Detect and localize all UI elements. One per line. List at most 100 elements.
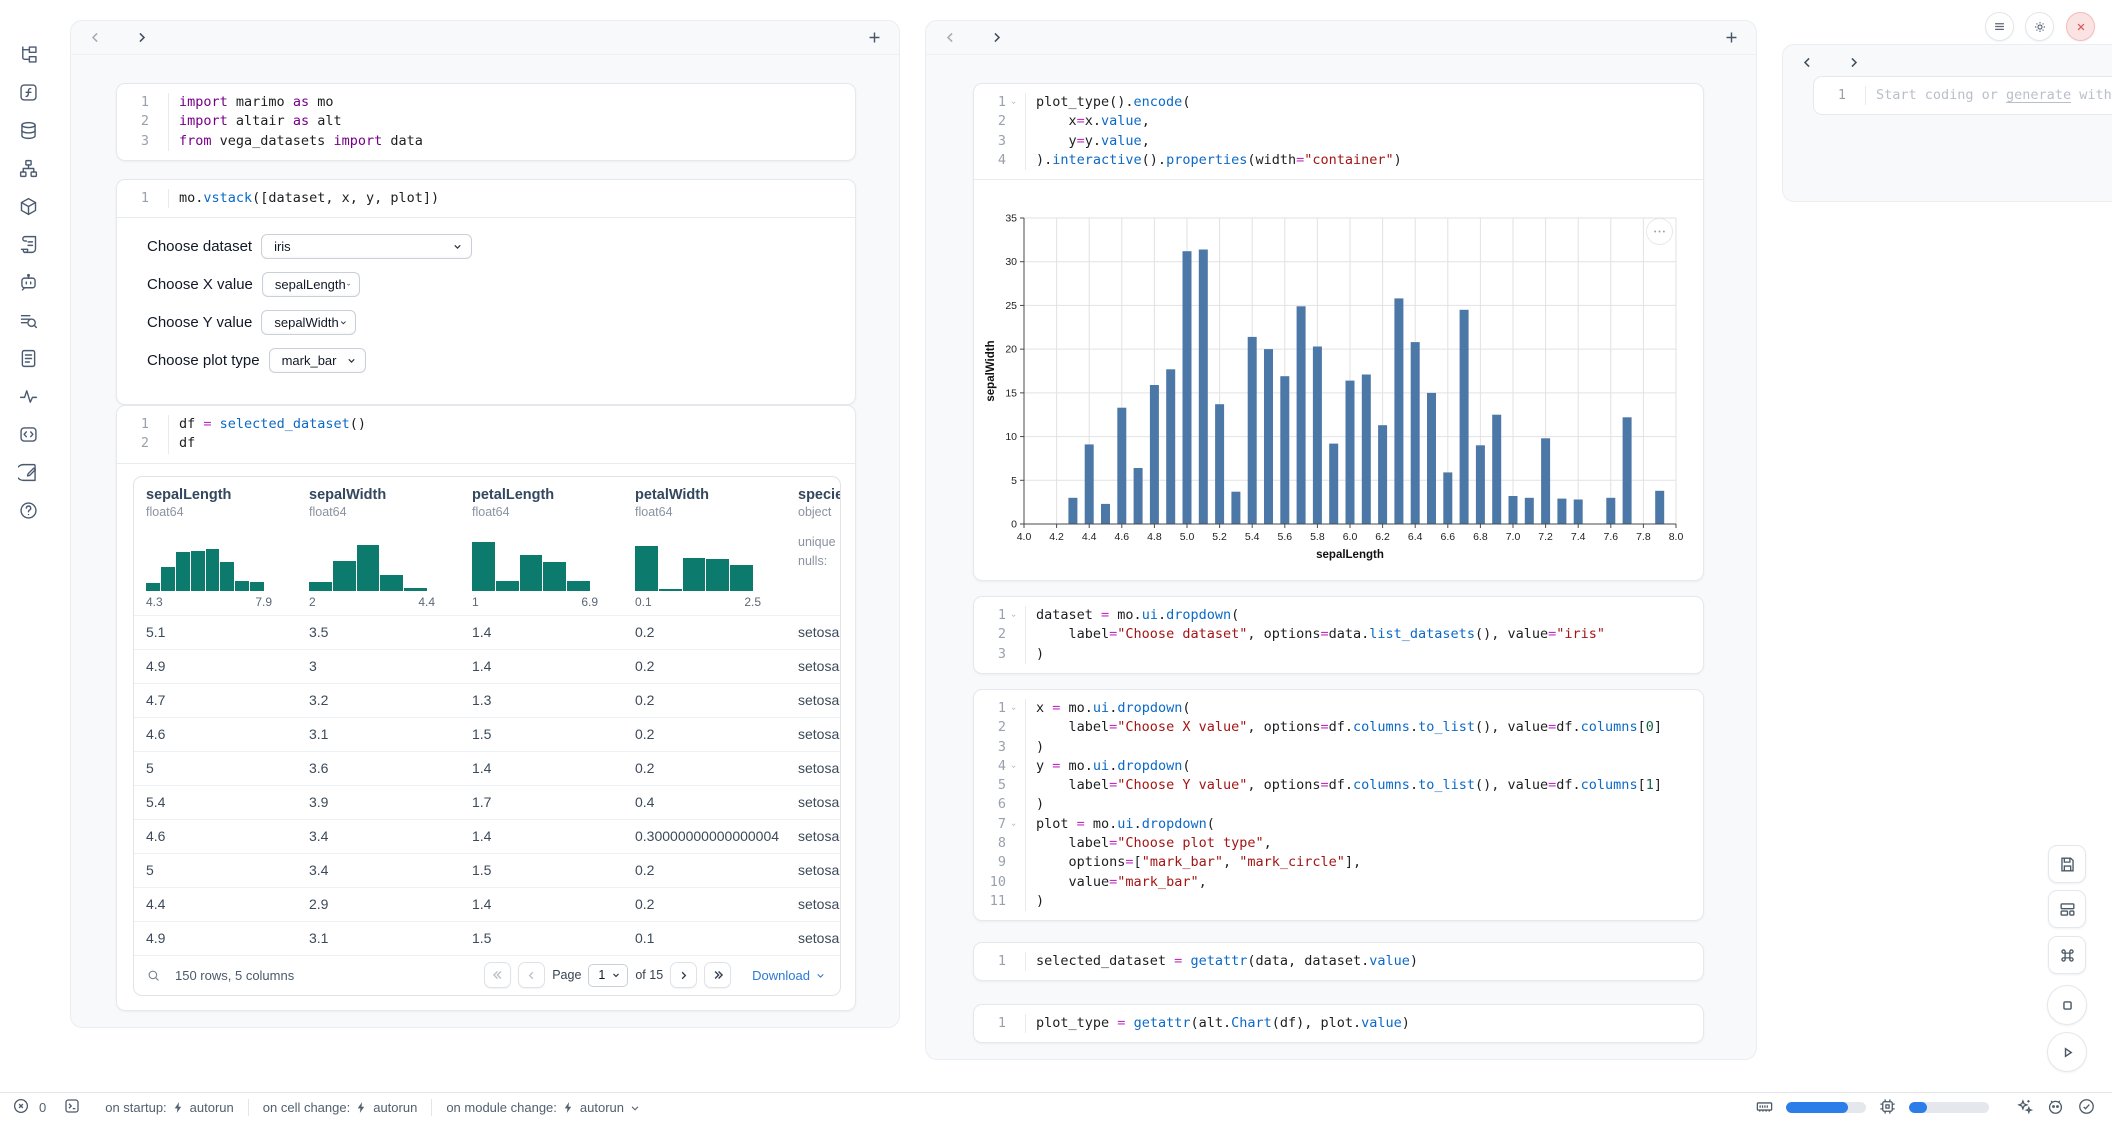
help-icon[interactable] bbox=[18, 500, 39, 521]
autorun-setting[interactable]: on startup:autorun bbox=[91, 1100, 248, 1115]
assistant-icon[interactable] bbox=[2046, 1097, 2065, 1119]
code-line[interactable]: 1df = selected_dataset() bbox=[123, 415, 845, 434]
package-icon[interactable] bbox=[18, 196, 39, 217]
cell-selected-dataset[interactable]: 1selected_dataset = getattr(data, datase… bbox=[973, 942, 1704, 981]
fold-marker[interactable]: › bbox=[1003, 818, 1022, 831]
cell-dataframe[interactable]: 1df = selected_dataset()2df sepalLengthf… bbox=[116, 405, 856, 1011]
dropdown-select[interactable]: sepalWidth bbox=[261, 310, 356, 335]
code-line[interactable]: 4).interactive().properties(width="conta… bbox=[980, 151, 1693, 170]
terminal-icon[interactable] bbox=[63, 1097, 81, 1118]
code-line[interactable]: 11) bbox=[980, 892, 1693, 911]
code-placeholder[interactable]: Start coding or generate with bbox=[1865, 86, 2112, 105]
logs-icon[interactable] bbox=[18, 310, 39, 331]
file-tree-icon[interactable] bbox=[18, 44, 39, 65]
code-line[interactable]: 8 label="Choose plot type", bbox=[980, 834, 1693, 853]
ai-sparkles-icon[interactable] bbox=[2015, 1097, 2034, 1119]
code-line[interactable]: 1plot_type = getattr(alt.Chart(df), plot… bbox=[980, 1014, 1693, 1033]
close-icon[interactable] bbox=[2066, 12, 2095, 41]
last-page-button[interactable] bbox=[704, 962, 731, 988]
column-left-icon[interactable] bbox=[940, 28, 960, 48]
search-icon[interactable] bbox=[146, 968, 161, 983]
table-cell: 0.2 bbox=[623, 684, 786, 717]
table-column-header[interactable]: petalWidthfloat640.12.5 bbox=[623, 477, 786, 615]
page-select[interactable]: 1 bbox=[588, 964, 628, 987]
code-line[interactable]: 2 label="Choose dataset", options=data.l… bbox=[980, 625, 1693, 644]
gear-icon[interactable] bbox=[2025, 12, 2054, 41]
command-button[interactable] bbox=[2048, 936, 2086, 974]
code-line[interactable]: 5 label="Choose Y value", options=df.col… bbox=[980, 776, 1693, 795]
code-line[interactable]: 2 label="Choose X value", options=df.col… bbox=[980, 718, 1693, 737]
column-left-icon[interactable] bbox=[85, 28, 105, 48]
code-line[interactable]: 2import altair as alt bbox=[123, 112, 845, 131]
code-line[interactable]: 10 value="mark_bar", bbox=[980, 873, 1693, 892]
chat-icon[interactable] bbox=[18, 272, 39, 293]
table-column-header[interactable]: petalLengthfloat6416.9 bbox=[460, 477, 623, 615]
cell-imports[interactable]: 1import marimo as mo2import altair as al… bbox=[116, 83, 856, 161]
fold-marker[interactable]: › bbox=[1003, 609, 1022, 622]
table-column-header[interactable]: sepalWidthfloat6424.4 bbox=[297, 477, 460, 615]
database-icon[interactable] bbox=[18, 120, 39, 141]
column-right-icon[interactable] bbox=[1843, 52, 1863, 72]
column-right-icon[interactable] bbox=[986, 28, 1006, 48]
generate-link[interactable]: generate bbox=[2006, 87, 2071, 103]
code-line[interactable]: 1›x = mo.ui.dropdown( bbox=[980, 699, 1693, 718]
autorun-setting[interactable]: on cell change:autorun bbox=[249, 1100, 432, 1115]
dropdown-select[interactable]: iris bbox=[261, 234, 472, 259]
cell-plot[interactable]: 1›plot_type().encode(2 x=x.value,3 y=y.v… bbox=[973, 83, 1704, 581]
code-line[interactable]: 1›plot_type().encode( bbox=[980, 93, 1693, 112]
stop-button[interactable] bbox=[2047, 985, 2087, 1025]
code-line[interactable]: 2df bbox=[123, 434, 845, 453]
layout-button[interactable] bbox=[2048, 890, 2086, 928]
cell-xy-plot-dropdowns[interactable]: 1›x = mo.ui.dropdown(2 label="Choose X v… bbox=[973, 689, 1704, 921]
fold-marker[interactable]: › bbox=[1003, 760, 1022, 773]
cell-plot-type[interactable]: 1plot_type = getattr(alt.Chart(df), plot… bbox=[973, 1004, 1704, 1043]
column-left-icon[interactable] bbox=[1797, 52, 1817, 72]
dependency-graph-icon[interactable] bbox=[18, 158, 39, 179]
add-cell-icon[interactable] bbox=[863, 27, 885, 49]
save-button[interactable] bbox=[2048, 845, 2086, 883]
first-page-button[interactable] bbox=[484, 962, 511, 988]
dropdown-select[interactable]: sepalLength bbox=[262, 272, 360, 297]
code-line[interactable]: 4›y = mo.ui.dropdown( bbox=[980, 757, 1693, 776]
menu-icon[interactable] bbox=[1985, 12, 2014, 41]
chart-output[interactable]: 4.04.24.44.64.85.05.25.45.65.86.06.26.46… bbox=[974, 192, 1703, 574]
cell-empty[interactable]: 1 Start coding or generate with bbox=[1813, 76, 2112, 115]
dropdown-select[interactable]: mark_bar bbox=[269, 348, 366, 373]
code-line[interactable]: 3 y=y.value, bbox=[980, 132, 1693, 151]
download-button[interactable]: Download bbox=[752, 968, 826, 983]
code-line[interactable]: 3from vega_datasets import data bbox=[123, 132, 845, 151]
page-label: Page bbox=[552, 968, 581, 982]
fold-marker[interactable]: › bbox=[1003, 96, 1022, 109]
document-icon[interactable] bbox=[18, 348, 39, 369]
code-line[interactable]: 7›plot = mo.ui.dropdown( bbox=[980, 815, 1693, 834]
snippets-icon[interactable] bbox=[18, 424, 39, 445]
code-line[interactable]: 1›dataset = mo.ui.dropdown( bbox=[980, 606, 1693, 625]
code-line[interactable]: 1selected_dataset = getattr(data, datase… bbox=[980, 952, 1693, 971]
table-column-header[interactable]: speciesobjectuniquenulls: bbox=[786, 477, 840, 615]
table-column-header[interactable]: sepalLengthfloat644.37.9 bbox=[134, 477, 297, 615]
autorun-setting[interactable]: on module change:autorun bbox=[432, 1100, 655, 1115]
svg-text:30: 30 bbox=[1005, 256, 1017, 268]
code-line[interactable]: 9 options=["mark_bar", "mark_circle"], bbox=[980, 853, 1693, 872]
functions-icon[interactable] bbox=[18, 82, 39, 103]
cell-vstack[interactable]: 1mo.vstack([dataset, x, y, plot]) Choose… bbox=[116, 179, 856, 405]
tracing-icon[interactable] bbox=[18, 386, 39, 407]
chart-menu-icon[interactable] bbox=[1646, 218, 1673, 245]
connection-status-icon[interactable] bbox=[2077, 1097, 2096, 1119]
code-line[interactable]: 2 x=x.value, bbox=[980, 112, 1693, 131]
error-count-icon[interactable] bbox=[12, 1097, 30, 1118]
code-line[interactable]: 1import marimo as mo bbox=[123, 93, 845, 112]
scratchpad-icon[interactable] bbox=[18, 462, 39, 483]
previous-page-button[interactable] bbox=[518, 962, 545, 988]
cell-dataset-dropdown[interactable]: 1›dataset = mo.ui.dropdown(2 label="Choo… bbox=[973, 596, 1704, 674]
code-line[interactable]: 6) bbox=[980, 795, 1693, 814]
next-page-button[interactable] bbox=[670, 962, 697, 988]
code-line[interactable]: 3) bbox=[980, 738, 1693, 757]
fold-marker[interactable]: › bbox=[1003, 702, 1022, 715]
code-line[interactable]: 3) bbox=[980, 645, 1693, 664]
run-button[interactable] bbox=[2047, 1032, 2087, 1072]
add-cell-icon[interactable] bbox=[1720, 27, 1742, 49]
column-right-icon[interactable] bbox=[131, 28, 151, 48]
script-icon[interactable] bbox=[18, 234, 39, 255]
code-line[interactable]: 1mo.vstack([dataset, x, y, plot]) bbox=[123, 189, 845, 208]
